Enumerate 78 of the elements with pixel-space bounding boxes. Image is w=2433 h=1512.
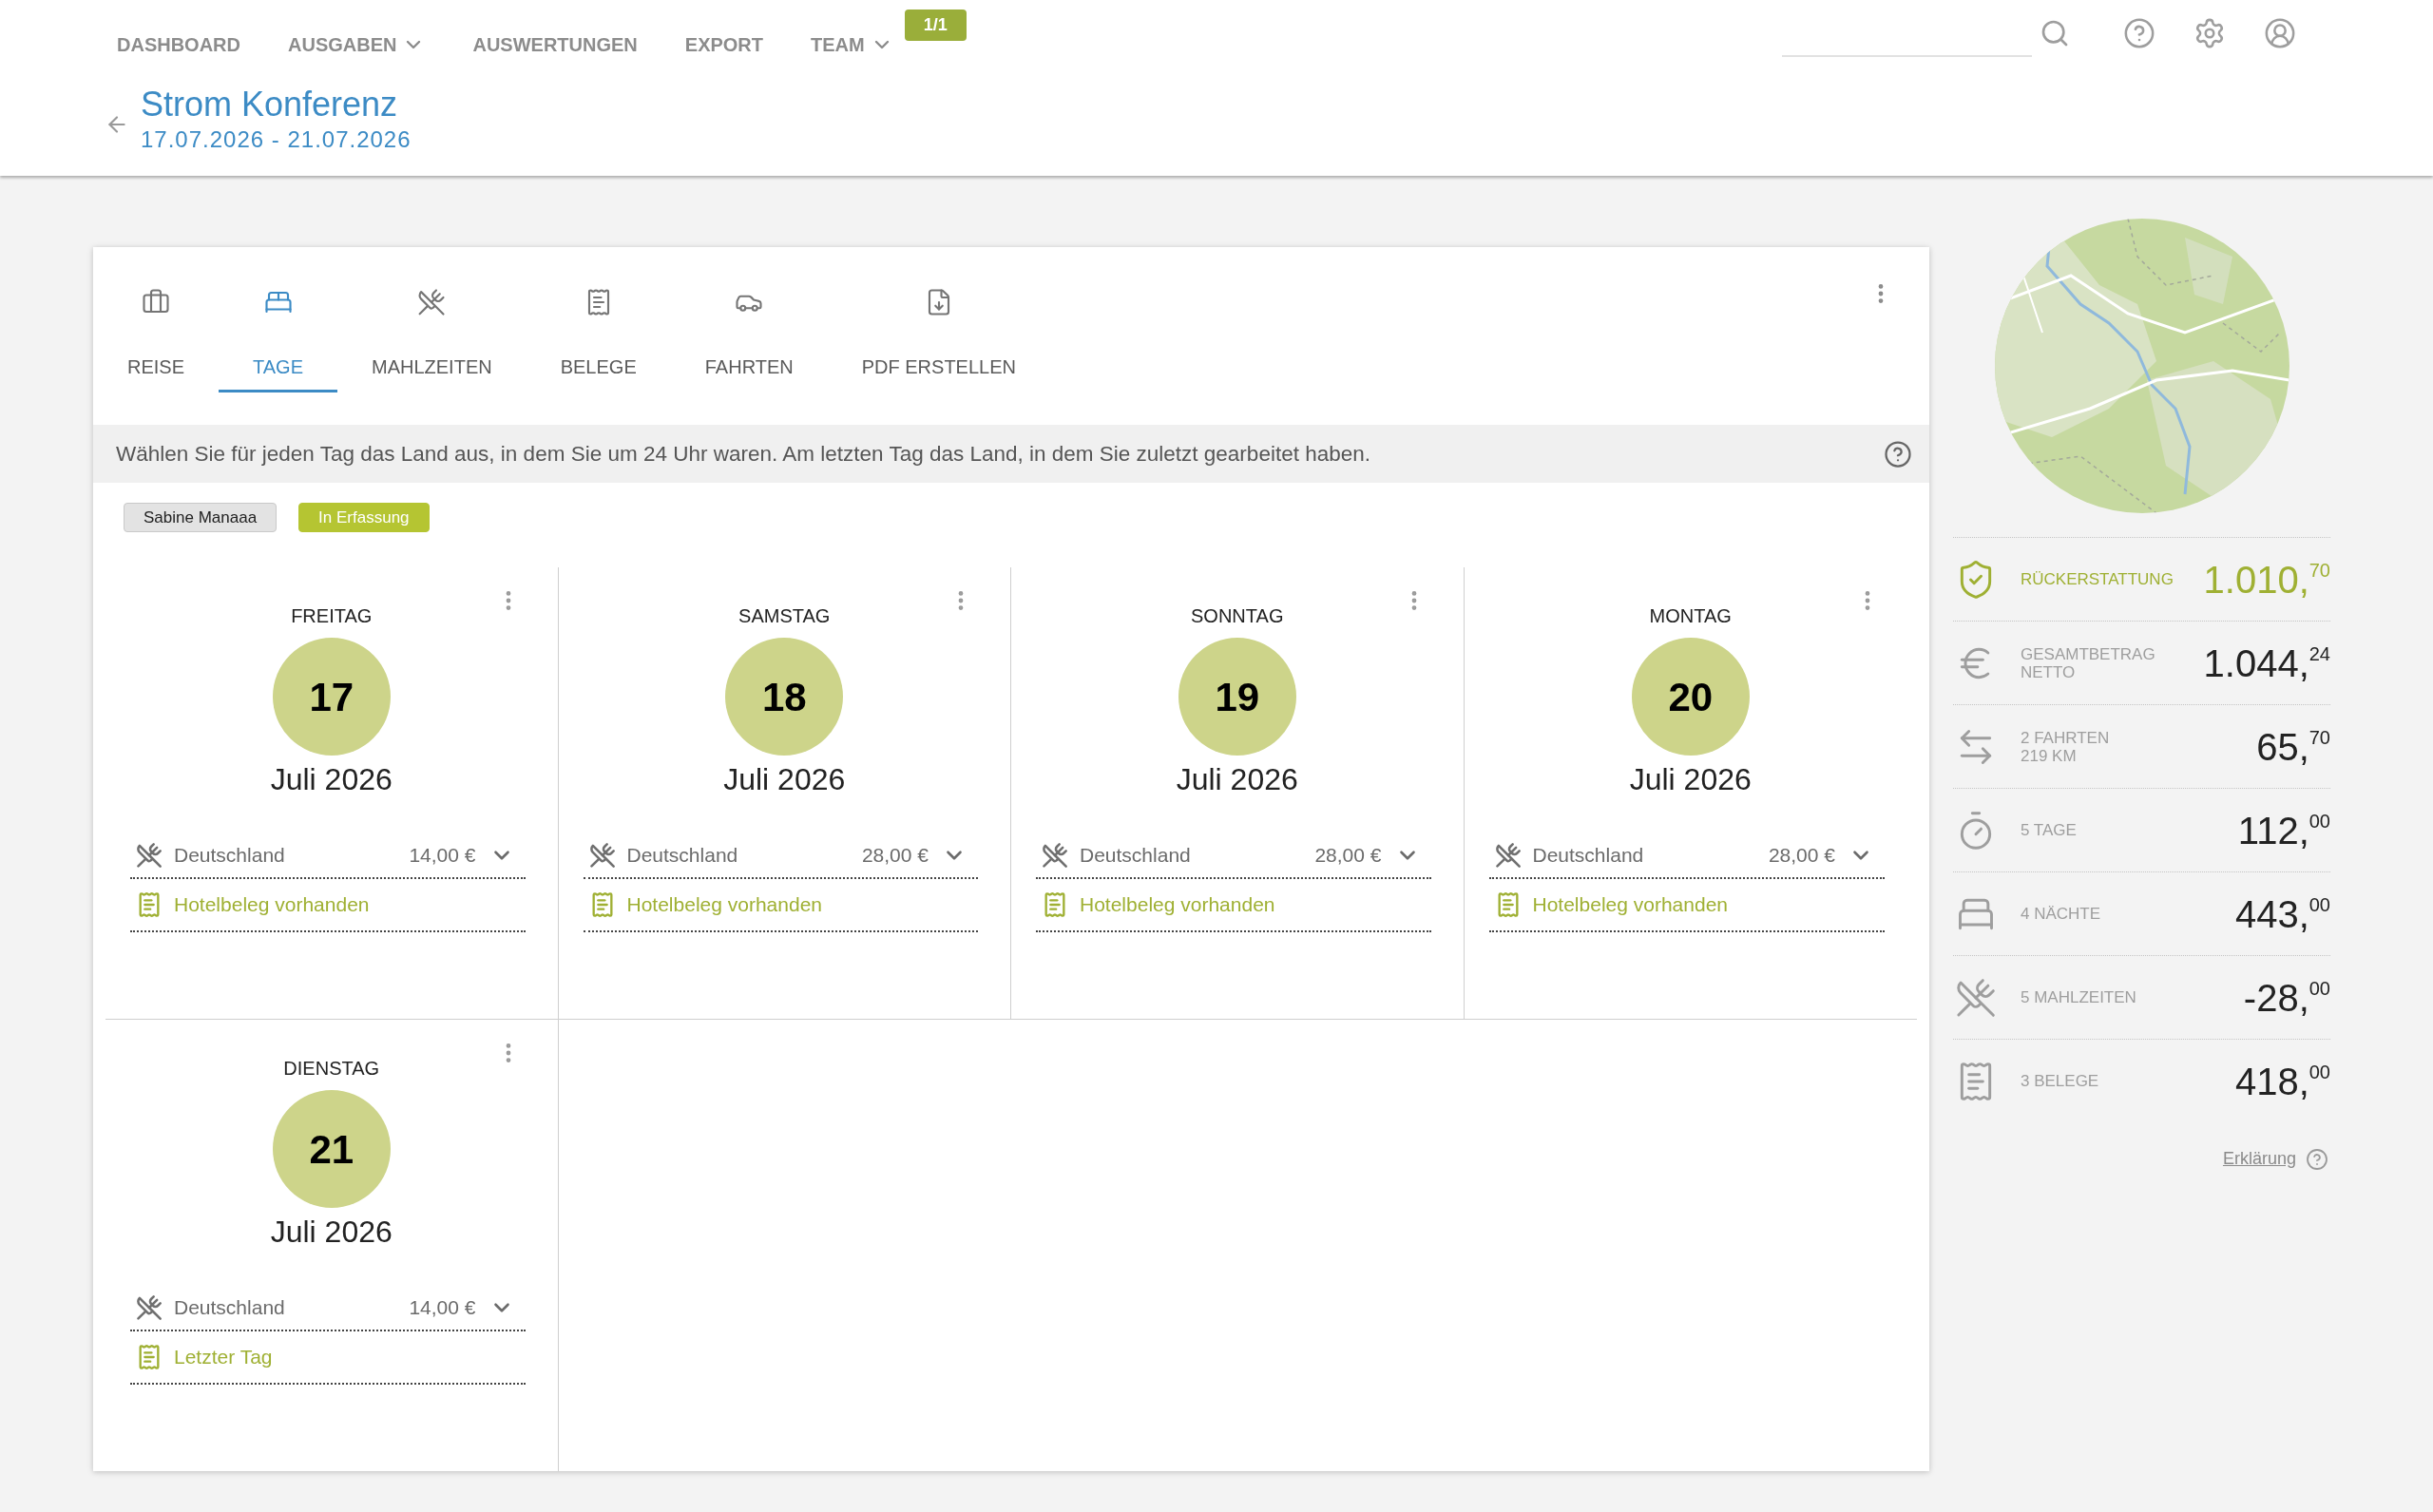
help-icon[interactable] bbox=[2123, 17, 2155, 49]
summary-label: 3 BELEGE bbox=[2021, 1072, 2099, 1090]
country-text: Deutschland bbox=[1080, 843, 1191, 869]
cutlery-icon bbox=[136, 1294, 163, 1321]
amount-text: 14,00 € bbox=[409, 843, 476, 869]
month-label: Juli 2026 bbox=[1629, 761, 1752, 798]
amount-text: 28,00 € bbox=[861, 843, 929, 869]
tab[interactable]: TAGE bbox=[219, 247, 337, 392]
tab[interactable]: PDF ERSTELLEN bbox=[827, 247, 1050, 392]
country-text: Deutschland bbox=[626, 843, 738, 869]
amount-text: 28,00 € bbox=[1768, 843, 1835, 869]
count-badge: 1/1 bbox=[904, 10, 967, 41]
info-text: Wählen Sie für jeden Tag das Land aus, in dem Sie um 24 Uhr waren. Am letzten Tag das Land, in dem Sie zuletzt gearbeitet haben. bbox=[116, 440, 1370, 468]
note-text: Letzter Tag bbox=[174, 1345, 273, 1370]
help-icon[interactable] bbox=[2306, 1147, 2328, 1171]
tab[interactable]: BELEGE bbox=[526, 247, 671, 392]
cutlery-icon bbox=[1494, 842, 1522, 869]
day-number: 19 bbox=[1178, 638, 1296, 756]
summary-value: -28,$^{00}$ bbox=[2243, 978, 2330, 1017]
cutlery-icon bbox=[1955, 976, 1997, 1019]
tab[interactable]: REISE bbox=[93, 247, 220, 392]
nav-item[interactable]: DASHBOARD bbox=[117, 30, 240, 59]
receipt-icon bbox=[136, 891, 163, 918]
nav-item[interactable]: TEAM bbox=[811, 30, 893, 59]
user-icon[interactable] bbox=[2264, 17, 2296, 49]
note-text: Hotelbeleg vorhanden bbox=[1080, 892, 1275, 918]
note-text: Hotelbeleg vorhanden bbox=[626, 892, 822, 918]
weekday-label: FREITAG bbox=[291, 604, 373, 628]
cutlery-icon bbox=[136, 842, 163, 869]
month-label: Juli 2026 bbox=[1176, 761, 1298, 798]
country-text: Deutschland bbox=[1532, 843, 1644, 869]
cutlery-icon bbox=[1042, 842, 1068, 869]
month-label: Juli 2026 bbox=[723, 761, 846, 798]
tag: Sabine Manaaa bbox=[124, 503, 278, 532]
weekday-label: SAMSTAG bbox=[738, 604, 831, 628]
cutlery-icon bbox=[588, 842, 616, 869]
explanation-link[interactable]: Erklärung bbox=[2222, 1146, 2296, 1172]
summary-label: GESAMTBETRAG NETTO bbox=[2021, 644, 2155, 681]
day-number: 18 bbox=[725, 638, 844, 756]
nav-item[interactable]: AUSGABEN bbox=[288, 30, 426, 59]
month-label: Juli 2026 bbox=[270, 761, 393, 798]
amount-text: 28,00 € bbox=[1314, 843, 1382, 869]
day-number: 17 bbox=[272, 638, 391, 756]
trip-dates: 17.07.2026 - 21.07.2026 bbox=[141, 125, 412, 154]
tag: In Erfassung bbox=[298, 503, 430, 532]
cutlery-icon bbox=[417, 288, 447, 316]
day-number: 20 bbox=[1631, 638, 1750, 756]
summary-label: 4 NÄCHTE bbox=[2021, 905, 2101, 923]
settings-icon[interactable] bbox=[2194, 17, 2226, 49]
country-text: Deutschland bbox=[174, 843, 285, 869]
note-text: Hotelbeleg vorhanden bbox=[174, 892, 370, 918]
summary-value: 443,$^{00}$ bbox=[2234, 894, 2330, 933]
tab[interactable]: FAHRTEN bbox=[670, 247, 828, 392]
summary-value: 1.044,$^{24}$ bbox=[2203, 643, 2330, 682]
country-text: Deutschland bbox=[174, 1295, 285, 1321]
amount-text: 14,00 € bbox=[409, 1295, 476, 1321]
nav-item[interactable]: EXPORT bbox=[684, 30, 764, 59]
weekday-label: SONNTAG bbox=[1191, 604, 1284, 628]
weekday-label: MONTAG bbox=[1649, 604, 1732, 628]
weekday-label: DIENSTAG bbox=[283, 1057, 380, 1081]
trip-title: Strom Konferenz bbox=[141, 84, 399, 125]
receipt-icon bbox=[136, 1344, 163, 1370]
day-number: 21 bbox=[272, 1090, 391, 1208]
summary-value: 1.010,$^{70}$ bbox=[2203, 560, 2330, 599]
summary-label: 5 TAGE bbox=[2021, 821, 2077, 839]
nav-item[interactable]: AUSWERTUNGEN bbox=[472, 30, 638, 59]
note-text: Hotelbeleg vorhanden bbox=[1532, 892, 1728, 918]
help-icon[interactable] bbox=[1884, 439, 1912, 469]
summary-label: 2 FAHRTEN 219 KM bbox=[2021, 728, 2110, 765]
summary-value: 65,$^{70}$ bbox=[2256, 727, 2330, 766]
tab[interactable]: MAHLZEITEN bbox=[337, 247, 527, 392]
summary-label: 5 MAHLZEITEN bbox=[2021, 988, 2136, 1006]
receipt-icon bbox=[1042, 891, 1068, 918]
summary-value: 112,$^{00}$ bbox=[2237, 811, 2330, 850]
month-label: Juli 2026 bbox=[270, 1214, 393, 1251]
search-icon[interactable] bbox=[2040, 18, 2070, 48]
summary-label: RÜCKERSTATTUNG bbox=[2021, 570, 2174, 588]
summary-value: 418,$^{00}$ bbox=[2234, 1062, 2330, 1101]
